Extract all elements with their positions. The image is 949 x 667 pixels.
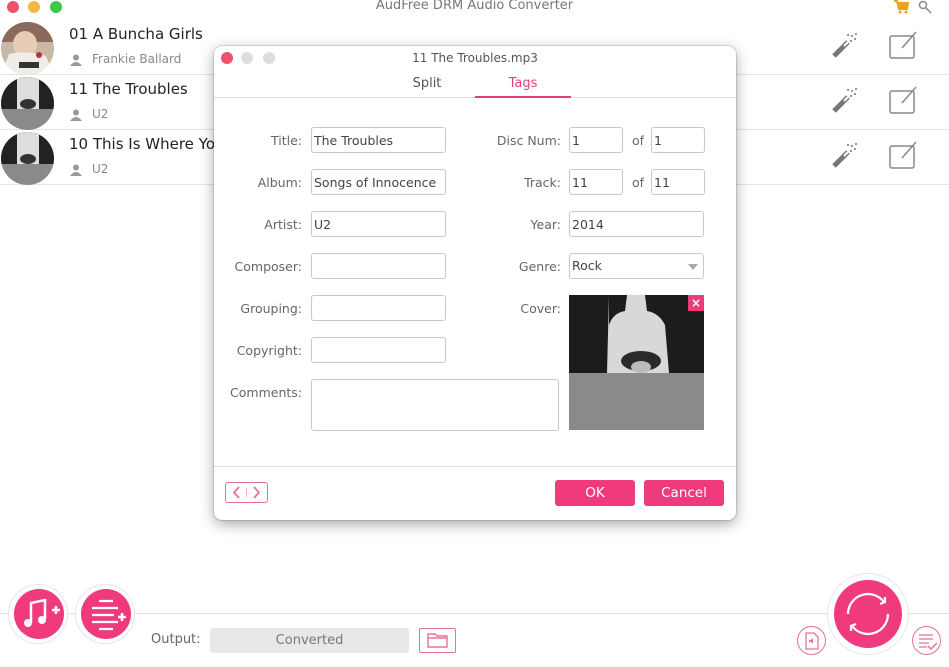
- disc-total-input[interactable]: [651, 127, 705, 153]
- track-artist: U2: [92, 162, 109, 176]
- cart-icon[interactable]: [893, 0, 909, 14]
- year-label: Year:: [530, 217, 561, 232]
- ok-button[interactable]: OK: [555, 480, 635, 506]
- track-artist: U2: [92, 107, 109, 121]
- disc-num-input[interactable]: [569, 127, 623, 153]
- edit-icon[interactable]: [888, 85, 918, 115]
- track-total-input[interactable]: [651, 169, 705, 195]
- track-name: 10 This Is Where You: [69, 135, 225, 153]
- tab-split[interactable]: Split: [379, 76, 475, 98]
- copyright-label: Copyright:: [236, 343, 302, 358]
- title-input[interactable]: [311, 127, 446, 153]
- track-of-label: of: [632, 175, 645, 190]
- genre-label: Genre:: [518, 259, 561, 274]
- audio-file-icon: [805, 632, 819, 650]
- track-artist: Frankie Ballard: [92, 52, 182, 66]
- artist-input[interactable]: [311, 211, 446, 237]
- comments-textarea[interactable]: [311, 379, 559, 431]
- music-plus-icon: [24, 598, 60, 627]
- cover-label: Cover:: [520, 301, 561, 316]
- copyright-input[interactable]: [311, 337, 446, 363]
- track-name: 11 The Troubles: [69, 80, 188, 98]
- grouping-label: Grouping:: [240, 301, 302, 316]
- artist-icon: [70, 109, 82, 121]
- track-name: 01 A Buncha Girls: [69, 25, 203, 43]
- album-art: [1, 132, 54, 185]
- disc-of-label: of: [632, 133, 645, 148]
- title-label: Title:: [271, 133, 302, 148]
- convert-button[interactable]: [834, 580, 902, 648]
- search-icon[interactable]: [918, 0, 932, 14]
- artist-label: Artist:: [264, 217, 302, 232]
- audio-format-button[interactable]: [797, 626, 826, 655]
- edit-icon[interactable]: [888, 30, 918, 60]
- track-input[interactable]: [569, 169, 623, 195]
- bottom-divider: [0, 613, 949, 614]
- prev-icon[interactable]: [232, 486, 240, 499]
- remove-cover-button[interactable]: ×: [688, 295, 704, 311]
- convert-icon: [846, 592, 890, 636]
- grouping-input[interactable]: [311, 295, 446, 321]
- edit-icon[interactable]: [888, 140, 918, 170]
- disc-num-label: Disc Num:: [496, 133, 561, 148]
- magic-wand-icon[interactable]: [830, 140, 860, 170]
- year-input[interactable]: [569, 211, 704, 237]
- app-title: AudFree DRM Audio Converter: [375, 0, 574, 13]
- artist-icon: [70, 54, 82, 66]
- history-icon: [919, 634, 938, 651]
- tag-editor-dialog: 11 The Troubles.mp3 Split Tags Title: Al…: [214, 46, 736, 520]
- cancel-button[interactable]: Cancel: [644, 480, 724, 506]
- list-plus-icon: [92, 599, 126, 631]
- add-playlist-button[interactable]: [81, 589, 131, 639]
- footer-divider: [214, 466, 736, 467]
- output-path-field[interactable]: Converted: [210, 628, 409, 653]
- album-input[interactable]: [311, 169, 446, 195]
- comments-label: Comments:: [230, 385, 302, 400]
- genre-value: Rock: [572, 258, 602, 273]
- dialog-title: 11 The Troubles.mp3: [412, 51, 538, 65]
- dialog-tabs: Split Tags: [214, 74, 736, 98]
- prev-next-nav: [225, 482, 268, 503]
- tab-tags[interactable]: Tags: [475, 76, 571, 98]
- converted-list-button[interactable]: [912, 626, 941, 655]
- next-icon[interactable]: [253, 486, 261, 499]
- folder-icon: [427, 633, 448, 648]
- album-art: [1, 77, 54, 130]
- title-bar: AudFree DRM Audio Converter: [0, 0, 949, 16]
- composer-input[interactable]: [311, 253, 446, 279]
- magic-wand-icon[interactable]: [830, 30, 860, 60]
- chevron-down-icon: [688, 264, 698, 270]
- genre-select[interactable]: Rock: [569, 253, 704, 279]
- track-label: Track:: [524, 175, 561, 190]
- open-folder-button[interactable]: [419, 628, 456, 653]
- output-label: Output:: [151, 632, 201, 647]
- album-art: [1, 22, 54, 75]
- add-music-button[interactable]: [14, 589, 64, 639]
- cover-image: [569, 295, 704, 430]
- composer-label: Composer:: [234, 259, 302, 274]
- artist-icon: [70, 164, 82, 176]
- album-label: Album:: [257, 175, 302, 190]
- magic-wand-icon[interactable]: [830, 85, 860, 115]
